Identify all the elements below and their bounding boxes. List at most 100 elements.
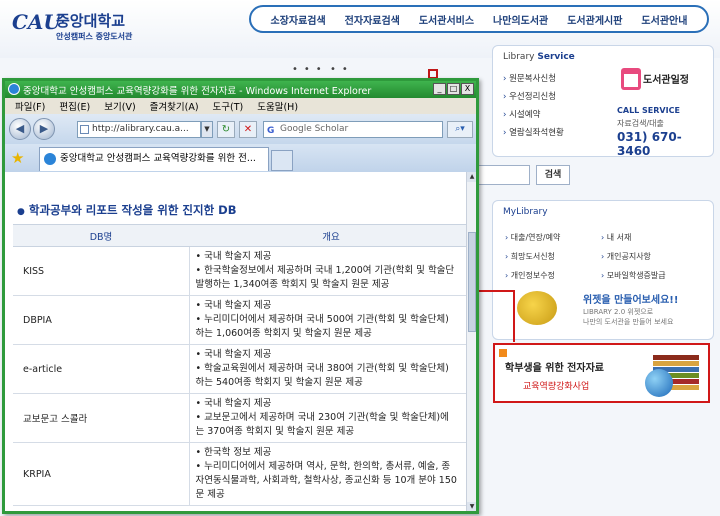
- back-arrow-icon[interactable]: ◀: [9, 118, 31, 140]
- logo-subtitle: 안성캠퍼스 중앙도서관: [56, 32, 133, 41]
- table-row: KRPIA • 한국학 정보 제공 • 누리미디어에서 제공하며 역사, 문학,…: [13, 442, 466, 506]
- db-name-link[interactable]: KRPIA: [13, 442, 189, 506]
- nav-library-board[interactable]: 도서관게시판: [567, 12, 622, 27]
- header-db-name: DB명: [13, 224, 189, 247]
- search-placeholder: Google Scholar: [280, 124, 349, 134]
- search-go-icon[interactable]: ⌕▾: [447, 121, 473, 138]
- scroll-thumb[interactable]: [468, 232, 476, 332]
- widget-subtitle-1: LIBRARY 2.0 위젯으로: [583, 308, 654, 316]
- database-table: DB명 개요 KISS • 국내 학술지 제공 • 한국학술정보에서 제공하며 …: [13, 224, 466, 506]
- menu-favorites[interactable]: 즐겨찾기(A): [150, 99, 199, 113]
- active-tab[interactable]: 중앙대학교 안성캠퍼스 교육역량강화를 위한 전...: [39, 147, 269, 171]
- table-row: 교보문고 스콜라 • 국내 학술지 제공 • 교보문고에서 제공하며 국내 23…: [13, 393, 466, 443]
- menu-file[interactable]: 파일(F): [15, 99, 45, 113]
- banner-subtitle: 교육역량강화사업: [523, 382, 590, 392]
- address-dropdown-icon[interactable]: ▼: [201, 121, 213, 138]
- desc-line: • 누리미디어에서 제공하며 국내 500여 기관(학회 및 학술단체): [195, 314, 449, 325]
- service-item-copy-request[interactable]: 원문복사신청: [503, 70, 564, 88]
- desc-line: • 국내 학술지 제공: [195, 398, 272, 409]
- db-name-link[interactable]: 교보문고 스콜라: [13, 393, 189, 443]
- new-tab-button[interactable]: [271, 150, 293, 171]
- close-button[interactable]: X: [461, 83, 474, 95]
- mylib-edit-profile[interactable]: 개인정보수정: [505, 267, 601, 284]
- site-search-input[interactable]: [478, 165, 530, 185]
- university-logo[interactable]: CAU 중앙대학교 안성캠퍼스 중앙도서관: [12, 8, 152, 48]
- service-item-priority-request[interactable]: 우선정리신청: [503, 88, 564, 106]
- table-row: DBPIA • 국내 학술지 제공 • 누리미디어에서 제공하며 국내 500여…: [13, 295, 466, 345]
- menu-tools[interactable]: 도구(T): [213, 99, 244, 113]
- refresh-icon[interactable]: ↻: [217, 121, 235, 138]
- db-description: • 국내 학술지 제공 • 교보문고에서 제공하며 국내 230여 기관(학술 …: [188, 393, 466, 443]
- nav-my-library[interactable]: 나만의도서관: [493, 12, 548, 27]
- nav-eresource-search[interactable]: 전자자료검색: [345, 12, 400, 27]
- tab-title: 중앙대학교 안성캠퍼스 교육역량강화를 위한 전...: [60, 153, 256, 164]
- ie-titlebar[interactable]: 중앙대학교 안성캠퍼스 교육역량강화를 위한 전자자료 - Windows In…: [5, 81, 476, 98]
- table-row: e-article • 국내 학술지 제공 • 학술교육원에서 제공하며 국내 …: [13, 344, 466, 394]
- db-name-link[interactable]: KISS: [13, 246, 189, 296]
- mylibrary-panel: MyLibrary 대출/연장/예약 내 서재 희망도서신청 개인공지사항 개인…: [492, 200, 714, 340]
- desc-line: 하는 540여종 학회지 및 학술지 원문 제공: [195, 377, 363, 388]
- widget-title[interactable]: 위젯을 만들어보세요!!: [583, 291, 678, 306]
- mylib-mobile-id[interactable]: 모바일학생증발급: [601, 267, 697, 284]
- menu-help[interactable]: 도움말(H): [257, 99, 298, 113]
- undergrad-eresource-banner[interactable]: 학부생을 위한 전자자료 교육역량강화사업: [493, 343, 710, 403]
- stop-icon[interactable]: ✕: [239, 121, 257, 138]
- minimize-button[interactable]: _: [433, 83, 446, 95]
- service-item-facility-booking[interactable]: 시설예약: [503, 106, 564, 124]
- pager-dots: •••: [292, 64, 328, 75]
- mylib-personal-notice[interactable]: 개인공지사항: [601, 248, 697, 265]
- table-row: KISS • 국내 학술지 제공 • 한국학술정보에서 제공하며 국내 1,20…: [13, 246, 466, 296]
- service-list: 원문복사신청 우선정리신청 시설예약 열람실좌석현황: [503, 70, 564, 142]
- nav-catalog-search[interactable]: 소장자료검색: [270, 12, 325, 27]
- desc-line: • 한국학술정보에서 제공하며 국내 1,200여 기관(학회 및 학술단: [195, 265, 455, 276]
- maximize-button[interactable]: □: [447, 83, 460, 95]
- nav-library-info[interactable]: 도서관안내: [641, 12, 687, 27]
- books-globe-icon: [645, 351, 703, 397]
- table-header-row: DB명 개요: [13, 224, 466, 247]
- search-input[interactable]: G Google Scholar: [263, 121, 443, 138]
- tab-page-icon: [44, 153, 56, 165]
- site-search-button[interactable]: 검색: [536, 165, 570, 185]
- mylib-book-request[interactable]: 희망도서신청: [505, 248, 601, 265]
- annotation-line-vertical: [513, 290, 515, 342]
- scroll-up-icon[interactable]: ▲: [467, 172, 476, 182]
- desc-line: 발행하는 1,340여종 학회지 및 학술지 원문 제공: [195, 279, 390, 290]
- ie-menubar: 파일(F) 편집(E) 보기(V) 즐겨찾기(A) 도구(T) 도움말(H): [5, 98, 476, 114]
- desc-line: • 누리미디어에서 제공하며 역사, 문학, 한의학, 총서류, 예술, 종: [195, 461, 451, 472]
- widget-icon: [517, 291, 557, 325]
- header-overview: 개요: [189, 224, 466, 247]
- desc-line: 자연동식물과학, 사회과학, 철학사상, 종교신화 등 10개 분야 150: [195, 475, 457, 486]
- google-icon: G: [267, 126, 275, 136]
- library-calendar-button[interactable]: 도서관일정: [643, 72, 709, 90]
- vertical-scrollbar[interactable]: ▲ ▼: [466, 172, 476, 511]
- mylib-my-shelf[interactable]: 내 서재: [601, 229, 697, 246]
- desc-line: • 학술교육원에서 제공하며 국내 380여 기관(학회 및 학술단체): [195, 363, 449, 374]
- mylib-loan-renew[interactable]: 대출/연장/예약: [505, 229, 601, 246]
- db-name-link[interactable]: e-article: [13, 344, 189, 394]
- db-description: • 국내 학술지 제공 • 한국학술정보에서 제공하며 국내 1,200여 기관…: [188, 246, 466, 296]
- menu-view[interactable]: 보기(V): [104, 99, 135, 113]
- section-title: ● 학과공부와 리포트 작성을 위한 진지한 DB: [17, 203, 237, 217]
- desc-line: • 교보문고에서 제공하며 국내 230여 기관(학술 및 학술단체)에: [195, 412, 449, 423]
- desc-line: • 국내 학술지 제공: [195, 300, 272, 311]
- call-service-number: 031) 670-3460: [617, 130, 682, 158]
- ie-toolbar: ◀ ▶ http://alibrary.cau.a... ▼ ↻ ✕ G Goo…: [5, 114, 476, 144]
- db-description: • 국내 학술지 제공 • 학술교육원에서 제공하며 국내 380여 기관(학회…: [188, 344, 466, 394]
- scroll-down-icon[interactable]: ▼: [467, 502, 476, 511]
- menu-edit[interactable]: 편집(E): [59, 99, 90, 113]
- desc-line: • 국내 학술지 제공: [195, 349, 272, 360]
- service-item-seat-status[interactable]: 열람실좌석현황: [503, 124, 564, 142]
- ie-tabbar: ★ 중앙대학교 안성캠퍼스 교육역량강화를 위한 전...: [5, 144, 476, 172]
- widget-subtitle-2: 나만의 도서관을 만들어 보세요: [583, 318, 674, 326]
- library-service-panel: Library Service 원문복사신청 우선정리신청 시설예약 열람실좌석…: [492, 45, 714, 158]
- call-service-label: CALL SERVICE: [617, 106, 680, 115]
- address-bar[interactable]: http://alibrary.cau.a...: [77, 121, 201, 138]
- top-navigation: 소장자료검색 전자자료검색 도서관서비스 나만의도서관 도서관게시판 도서관안내: [249, 5, 709, 33]
- nav-library-services[interactable]: 도서관서비스: [419, 12, 474, 27]
- favorites-star-icon[interactable]: ★: [11, 149, 24, 167]
- db-name-link[interactable]: DBPIA: [13, 295, 189, 345]
- db-description: • 국내 학술지 제공 • 누리미디어에서 제공하며 국내 500여 기관(학회…: [188, 295, 466, 345]
- desc-line: • 한국학 정보 제공: [195, 447, 272, 458]
- forward-arrow-icon[interactable]: ▶: [33, 118, 55, 140]
- db-description: • 한국학 정보 제공 • 누리미디어에서 제공하며 역사, 문학, 한의학, …: [188, 442, 466, 506]
